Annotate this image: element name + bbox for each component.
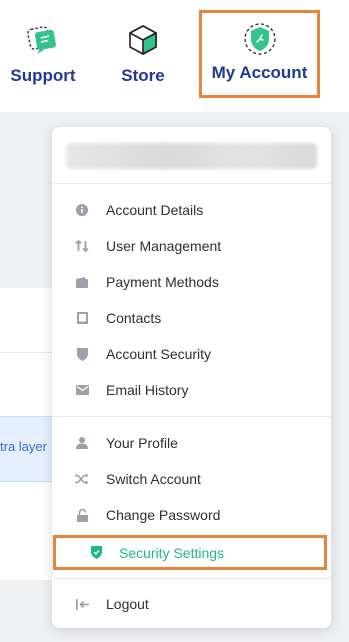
menu-separator [52,416,331,417]
menu-item-label: Email History [106,382,189,398]
background-info-banner: tra layer [0,416,60,482]
top-navigation: Support Store My Account [0,0,349,112]
store-cube-icon [129,25,157,55]
nav-store-label: Store [121,66,165,85]
menu-item-switch-account[interactable]: Switch Account [52,461,331,497]
menu-item-change-password[interactable]: Change Password [52,497,331,533]
menu-item-label: Your Profile [106,435,178,451]
person-icon [75,436,89,450]
background-divider [0,352,60,353]
envelope-icon [75,383,89,397]
info-icon [75,203,89,217]
support-chat-icon [27,26,56,54]
contact-book-icon [75,311,89,325]
lock-icon [75,508,89,522]
menu-item-label: Logout [106,596,149,612]
menu-separator [52,183,331,184]
menu-item-your-profile[interactable]: Your Profile [52,425,331,461]
menu-item-label: Change Password [106,507,221,523]
menu-item-logout[interactable]: Logout [52,586,331,622]
menu-item-label: Security Settings [119,544,225,561]
shuffle-icon [75,472,89,486]
menu-item-contacts[interactable]: Contacts [52,300,331,336]
account-dropdown-menu: Account Details User Management Payment … [52,127,331,628]
menu-item-account-security[interactable]: Account Security [52,336,331,372]
menu-item-security-settings[interactable]: Security Settings [53,535,327,570]
background-page-card: tra layer [0,288,60,580]
nav-store[interactable]: Store [98,0,188,100]
menu-item-email-history[interactable]: Email History [52,372,331,408]
menu-item-payment-methods[interactable]: Payment Methods [52,264,331,300]
menu-item-label: Account Details [106,202,204,218]
nav-my-account-label: My Account [211,63,308,82]
background-banner-text: tra layer [0,439,47,454]
nav-my-account[interactable]: My Account [199,10,320,98]
user-email-redacted [66,143,317,169]
shield-check-icon [89,546,103,560]
logout-icon [75,597,89,611]
account-shield-icon [243,23,276,55]
menu-item-label: Account Security [106,346,212,362]
nav-support[interactable]: Support [0,0,86,100]
wallet-icon [75,275,89,289]
nav-support-label: Support [10,66,76,85]
menu-item-label: Payment Methods [106,274,219,290]
menu-item-label: Switch Account [106,471,201,487]
menu-separator [52,578,331,579]
sort-arrows-icon [75,239,89,253]
menu-item-account-details[interactable]: Account Details [52,192,331,228]
shield-icon [75,347,89,361]
menu-item-label: Contacts [106,310,162,326]
menu-item-user-management[interactable]: User Management [52,228,331,264]
menu-item-label: User Management [106,238,222,254]
